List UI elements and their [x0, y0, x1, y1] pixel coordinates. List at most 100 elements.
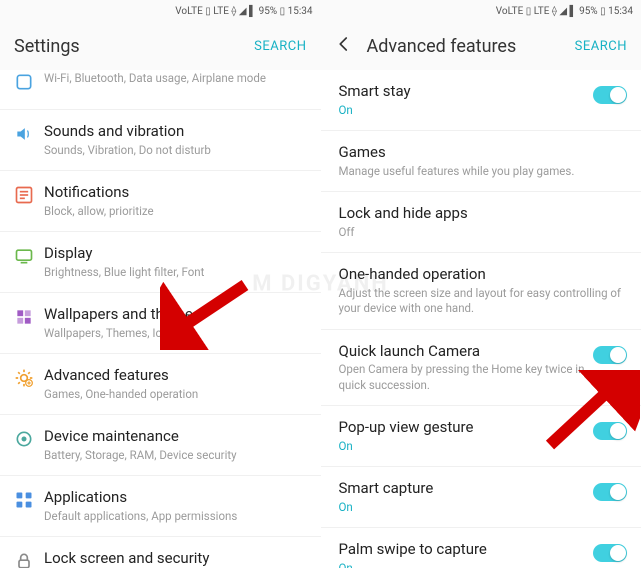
notif-icon	[14, 183, 44, 205]
row-toggle-container	[587, 479, 627, 501]
row-subtitle: On	[339, 561, 588, 568]
row-body: Device maintenanceBattery, Storage, RAM,…	[44, 427, 307, 463]
settings-row-notif[interactable]: NotificationsBlock, allow, prioritize	[0, 171, 321, 232]
settings-row-display[interactable]: DisplayBrightness, Blue light filter, Fo…	[0, 232, 321, 293]
row-title: Smart capture	[339, 479, 588, 499]
row-title: Display	[44, 244, 307, 264]
row-subtitle: Off	[339, 225, 628, 241]
row-subtitle: Wallpapers, Themes, Icons	[44, 326, 307, 342]
feature-row[interactable]: Lock and hide appsOff	[321, 192, 641, 253]
row-title: Pop-up view gesture	[339, 418, 588, 438]
row-body: Smart stayOn	[339, 82, 588, 118]
row-body: GamesManage useful features while you pl…	[339, 143, 628, 179]
row-body: One-handed operationAdjust the screen si…	[339, 265, 628, 317]
feature-row[interactable]: One-handed operationAdjust the screen si…	[321, 253, 641, 330]
row-title: Applications	[44, 488, 307, 508]
row-body: Wallpapers and themesWallpapers, Themes,…	[44, 305, 307, 341]
row-subtitle: On	[339, 500, 588, 516]
page-title: Advanced features	[367, 36, 575, 57]
search-button[interactable]: SEARCH	[575, 39, 627, 54]
header: Advanced features SEARCH	[321, 22, 641, 70]
row-subtitle: On	[339, 103, 588, 119]
row-title: Lock and hide apps	[339, 204, 628, 224]
header: Settings SEARCH	[0, 22, 321, 70]
advanced-icon	[14, 366, 44, 388]
settings-row-connections[interactable]: ConnectionsWi-Fi, Bluetooth, Data usage,…	[0, 70, 321, 110]
row-title: Lock screen and security	[44, 549, 307, 568]
row-subtitle: On	[339, 439, 588, 455]
row-body: Smart captureOn	[339, 479, 588, 515]
row-title: Device maintenance	[44, 427, 307, 447]
row-subtitle: Battery, Storage, RAM, Device security	[44, 448, 307, 464]
feature-row[interactable]: Pop-up view gestureOn	[321, 406, 641, 467]
row-subtitle: Default applications, App permissions	[44, 509, 307, 525]
row-title: Smart stay	[339, 82, 588, 102]
feature-row[interactable]: Smart stayOn	[321, 70, 641, 131]
row-subtitle: Sounds, Vibration, Do not disturb	[44, 143, 307, 159]
row-subtitle: Manage useful features while you play ga…	[339, 164, 628, 180]
feature-row[interactable]: Quick launch CameraOpen Camera by pressi…	[321, 330, 641, 407]
row-title: Quick launch Camera	[339, 342, 588, 362]
search-button[interactable]: SEARCH	[254, 39, 306, 54]
row-body: Lock and hide appsOff	[339, 204, 628, 240]
row-title: Games	[339, 143, 628, 163]
row-body: NotificationsBlock, allow, prioritize	[44, 183, 307, 219]
row-body: Advanced featuresGames, One-handed opera…	[44, 366, 307, 402]
toggle-switch[interactable]	[593, 544, 627, 562]
row-toggle-container	[587, 342, 627, 364]
toggle-switch[interactable]	[593, 86, 627, 104]
row-title: Palm swipe to capture	[339, 540, 588, 560]
settings-row-maintenance[interactable]: Device maintenanceBattery, Storage, RAM,…	[0, 415, 321, 476]
wallpaper-icon	[14, 305, 44, 327]
feature-row[interactable]: GamesManage useful features while you pl…	[321, 131, 641, 192]
row-subtitle: Wi-Fi, Bluetooth, Data usage, Airplane m…	[44, 71, 307, 87]
settings-screen: VoLTE ▯ LTE ⟠ ◢ ▌ 95% ▯ 15:34 Settings S…	[0, 0, 321, 568]
page-title: Settings	[14, 36, 254, 57]
connections-icon	[14, 70, 44, 92]
settings-row-advanced[interactable]: Advanced featuresGames, One-handed opera…	[0, 354, 321, 415]
status-indicators: VoLTE ▯ LTE ⟠ ◢ ▌ 95% ▯ 15:34	[175, 6, 312, 17]
row-toggle-container	[587, 418, 627, 440]
row-body: ConnectionsWi-Fi, Bluetooth, Data usage,…	[44, 70, 307, 87]
lock-icon	[14, 549, 44, 568]
back-icon[interactable]	[335, 35, 359, 58]
toggle-switch[interactable]	[593, 422, 627, 440]
advanced-features-screen: VoLTE ▯ LTE ⟠ ◢ ▌ 95% ▯ 15:34 Advanced f…	[321, 0, 641, 568]
row-title: One-handed operation	[339, 265, 628, 285]
row-title: Advanced features	[44, 366, 307, 386]
display-icon	[14, 244, 44, 266]
settings-row-wallpaper[interactable]: Wallpapers and themesWallpapers, Themes,…	[0, 293, 321, 354]
row-title: Notifications	[44, 183, 307, 203]
row-title: Sounds and vibration	[44, 122, 307, 142]
toggle-switch[interactable]	[593, 483, 627, 501]
maintenance-icon	[14, 427, 44, 449]
status-indicators: VoLTE ▯ LTE ⟠ ◢ ▌ 95% ▯ 15:34	[496, 6, 633, 17]
row-body: ApplicationsDefault applications, App pe…	[44, 488, 307, 524]
row-body: Quick launch CameraOpen Camera by pressi…	[339, 342, 588, 394]
row-body: Sounds and vibrationSounds, Vibration, D…	[44, 122, 307, 158]
row-body: DisplayBrightness, Blue light filter, Fo…	[44, 244, 307, 280]
row-subtitle: Open Camera by pressing the Home key twi…	[339, 362, 588, 393]
feature-row[interactable]: Smart captureOn	[321, 467, 641, 528]
apps-icon	[14, 488, 44, 510]
sound-icon	[14, 122, 44, 144]
row-body: Lock screen and securityLock screen, Fin…	[44, 549, 307, 568]
settings-row-lock[interactable]: Lock screen and securityLock screen, Fin…	[0, 537, 321, 568]
toggle-switch[interactable]	[593, 346, 627, 364]
settings-row-sound[interactable]: Sounds and vibrationSounds, Vibration, D…	[0, 110, 321, 171]
status-bar: VoLTE ▯ LTE ⟠ ◢ ▌ 95% ▯ 15:34	[0, 0, 321, 22]
features-list: Smart stayOnGamesManage useful features …	[321, 70, 641, 568]
row-subtitle: Brightness, Blue light filter, Font	[44, 265, 307, 281]
row-toggle-container	[587, 540, 627, 562]
feature-row[interactable]: Palm swipe to captureOn	[321, 528, 641, 568]
row-title: Wallpapers and themes	[44, 305, 307, 325]
row-subtitle: Adjust the screen size and layout for ea…	[339, 286, 628, 317]
row-body: Palm swipe to captureOn	[339, 540, 588, 568]
settings-row-apps[interactable]: ApplicationsDefault applications, App pe…	[0, 476, 321, 537]
row-subtitle: Block, allow, prioritize	[44, 204, 307, 220]
status-bar: VoLTE ▯ LTE ⟠ ◢ ▌ 95% ▯ 15:34	[321, 0, 641, 22]
row-toggle-container	[587, 82, 627, 104]
settings-list: ConnectionsWi-Fi, Bluetooth, Data usage,…	[0, 70, 321, 568]
row-body: Pop-up view gestureOn	[339, 418, 588, 454]
row-subtitle: Games, One-handed operation	[44, 387, 307, 403]
